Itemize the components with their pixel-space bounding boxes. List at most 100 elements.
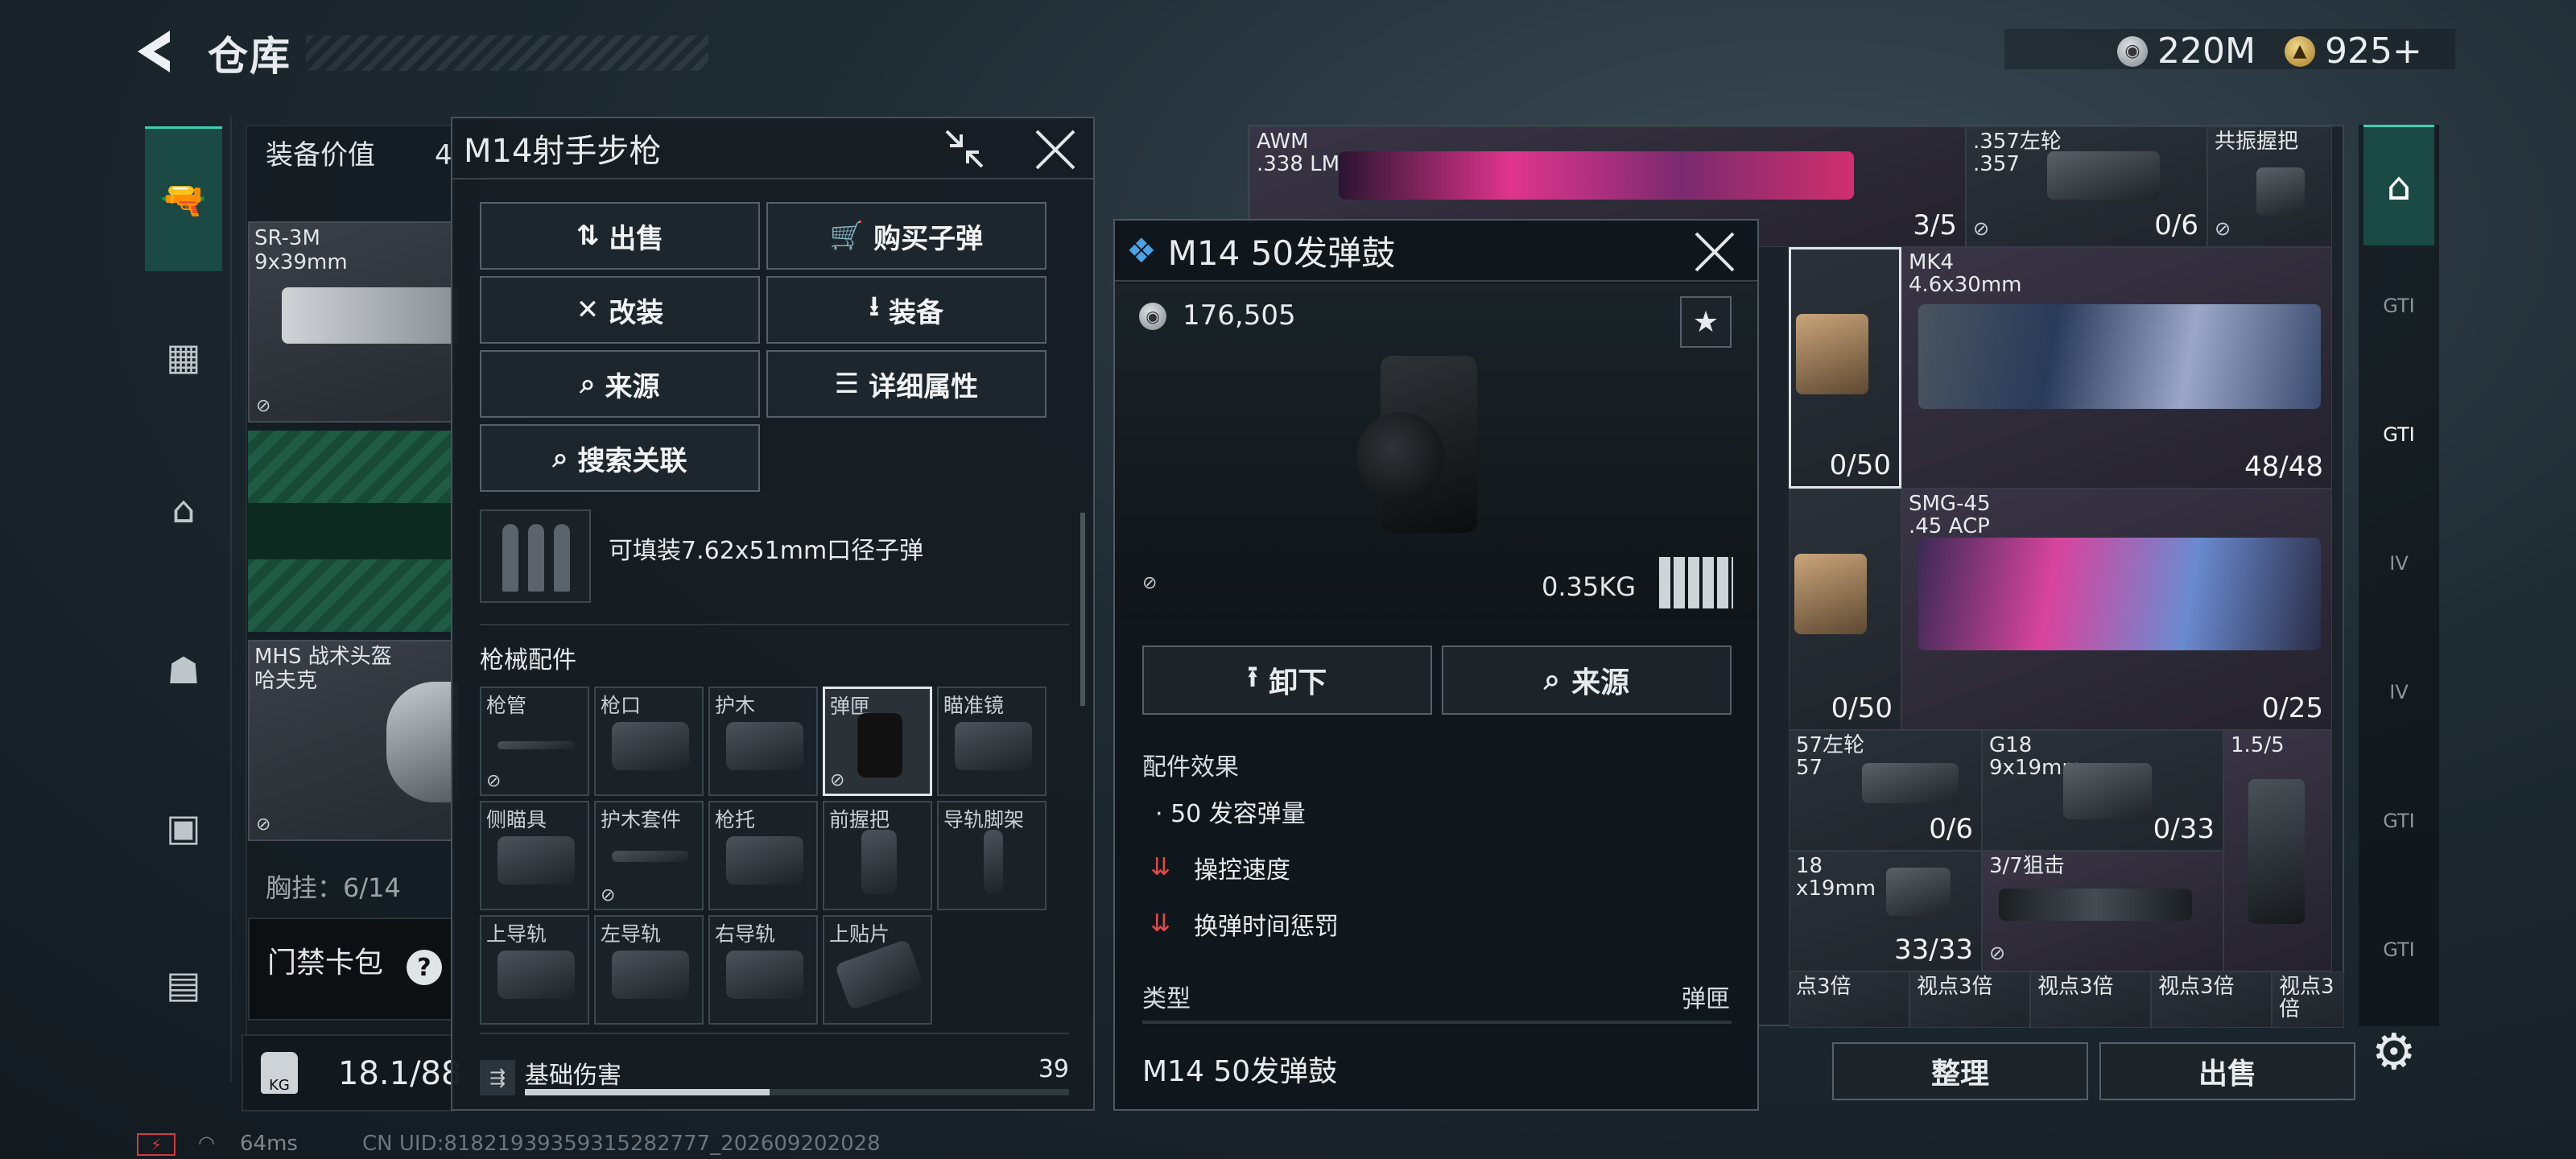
slot-barrel[interactable]: 枪管 ⊘	[480, 687, 589, 796]
upload-icon: ⭱	[1247, 660, 1258, 694]
helmet-card[interactable]: MHS 战术头盔 哈夫克 ⊘	[248, 640, 459, 841]
empty-slot-green[interactable]	[248, 431, 453, 632]
tab-add-case[interactable]: IV	[2363, 648, 2434, 736]
gold-currency[interactable]: ▲ 925+	[2285, 31, 2422, 72]
grid-item-57[interactable]: 57左轮 57 0/6	[1789, 730, 1982, 851]
buy-ammo-button[interactable]: 🛒 购买子弹	[766, 202, 1046, 270]
modify-button[interactable]: ✕ 改装	[480, 276, 760, 344]
slot-stock[interactable]: 枪托	[708, 801, 818, 910]
grid-item-grip[interactable]: 共振握把 ⊘	[2207, 126, 2332, 247]
slot-bipod[interactable]: 导轨脚架	[937, 801, 1046, 910]
container-sidebar: ⌂ GTI GTI IV IV GTI GTI	[2359, 125, 2439, 1026]
vest-icon: ▦	[166, 335, 201, 378]
slot-top-patch[interactable]: 上贴片	[823, 915, 932, 1025]
keycard-box[interactable]: 门禁卡包 ?	[248, 918, 453, 1021]
tab-case-3[interactable]: IV	[2363, 519, 2434, 608]
close-icon[interactable]	[1032, 126, 1079, 173]
debuff-icon: ⇊	[1150, 853, 1171, 881]
grid-item-scope-c[interactable]: 视点3倍	[2030, 971, 2151, 1028]
awm-image	[1339, 151, 1854, 200]
slot-top-rail[interactable]: 上导轨	[480, 915, 589, 1025]
grid-item-part[interactable]: 0/50	[1789, 489, 1901, 730]
detail-header: ❖ M14 50发弹鼓	[1115, 221, 1757, 282]
keycard-label: 门禁卡包	[267, 947, 384, 980]
details-button[interactable]: ☰ 详细属性	[766, 350, 1046, 418]
sell-icon: ⇅	[576, 220, 600, 252]
grid-item-scope-15[interactable]: 1.5/5	[2223, 730, 2332, 971]
slot-right-rail[interactable]: 右导轨	[708, 915, 818, 1025]
grid-item-scope-b[interactable]: 视点3倍	[1909, 971, 2030, 1028]
slot-label: 枪口	[601, 694, 642, 717]
item-name: 18 x19mm	[1796, 854, 1876, 901]
slot-magazine[interactable]: 弹匣 ⊘	[823, 687, 932, 796]
item-sub: 9x39mm	[254, 250, 348, 274]
mk4-image	[1918, 304, 2321, 409]
item-name: MHS 战术头盔	[254, 645, 392, 669]
slot-label: 上贴片	[829, 922, 890, 946]
grid-item-scope-a[interactable]: 点3倍	[1789, 971, 1909, 1028]
slot-handguard-kit[interactable]: 护木套件 ⊘	[594, 801, 704, 910]
tab-case[interactable]: ▤	[145, 946, 222, 1023]
weapon-card-sr3m[interactable]: SR-3M 9x39mm ⊘	[248, 221, 459, 423]
grid-item-mk4[interactable]: MK4 4.6x30mm 48/48	[1901, 247, 2332, 489]
rifle-image	[282, 287, 459, 344]
tab-stash[interactable]: ⌂	[2363, 125, 2434, 245]
tab-helmet[interactable]: ☗	[145, 632, 222, 709]
tab-backpack[interactable]: ⌂	[145, 471, 222, 548]
grid-item-scope-d[interactable]: 视点3倍	[2151, 971, 2272, 1028]
source-button[interactable]: ⌕ 来源	[480, 350, 760, 418]
grid-item-g18[interactable]: G18 9x19mm 0/33	[1982, 730, 2223, 851]
gear-icon[interactable]: ⚙	[2372, 1022, 2417, 1081]
tab-armor[interactable]: ▦	[145, 318, 222, 395]
item-preview: ◉ 176,505 ★ ⊘ 0.35KG	[1115, 283, 1757, 621]
unequip-button[interactable]: ⭱ 卸下	[1142, 645, 1432, 715]
sell-all-button[interactable]: 出售	[2099, 1042, 2355, 1100]
equip-button[interactable]: ⭳ 装备	[766, 276, 1046, 344]
collapse-icon[interactable]	[942, 126, 987, 171]
grid-item-selected[interactable]: 0/50 ⊘	[1789, 247, 1931, 489]
slot-scope[interactable]: 瞄准镜	[937, 687, 1046, 796]
modal-scrollbar[interactable]	[1080, 513, 1085, 706]
grid-item-pistol[interactable]: 18 x19mm 33/33	[1789, 851, 1982, 971]
slot-label: 枪托	[715, 808, 756, 831]
item-weight: 0.35KG	[1542, 571, 1637, 602]
tab-case-1[interactable]: GTI	[2363, 262, 2434, 350]
stat-value: 39	[1038, 1055, 1069, 1083]
case-icon: ▤	[166, 963, 201, 1006]
attachment-detail-popup: ❖ M14 50发弹鼓 ◉ 176,505 ★ ⊘ 0.35KG ⭱ 卸下 ⌕ 来源…	[1113, 219, 1759, 1111]
stash-icon: ⌂	[2386, 163, 2412, 209]
help-icon[interactable]: ?	[407, 950, 442, 985]
search-related-button[interactable]: ⌕ 搜索关联	[480, 424, 760, 492]
weight-bar: KG 18.1/88	[242, 1034, 461, 1112]
tab-case-2[interactable]: GTI	[2363, 390, 2434, 479]
tab-weapons[interactable]: 🔫	[145, 126, 222, 271]
silver-currency[interactable]: ◉ 220M	[2117, 31, 2256, 72]
grid-item-357[interactable]: .357左轮 .357 ⊘ 0/6	[1966, 126, 2207, 247]
uid-text: CN UID:8182193935931528​2777_20260920202…	[362, 1132, 881, 1156]
favorite-star-icon[interactable]: ★	[1680, 296, 1732, 348]
close-icon[interactable]	[1691, 229, 1738, 275]
grid-item-scope-e[interactable]: 视点3倍	[2272, 971, 2344, 1028]
tab-case-4[interactable]: GTI	[2363, 777, 2434, 865]
left-rail-image	[612, 951, 689, 999]
source-button[interactable]: ⌕ 来源	[1442, 645, 1732, 715]
tab-container[interactable]: ▣	[145, 789, 222, 866]
slot-foregrip[interactable]: 前握把	[823, 801, 932, 910]
slot-side-sight[interactable]: 侧瞄具	[480, 801, 589, 910]
slot-handguard[interactable]: 护木	[708, 687, 818, 796]
slot-muzzle[interactable]: 枪口	[594, 687, 704, 796]
modal-title: M14射手步枪	[464, 133, 662, 170]
back-arrow-icon[interactable]	[133, 29, 181, 74]
tab-case-5[interactable]: GTI	[2363, 905, 2434, 994]
grid-item-sniper-scope[interactable]: 3/7狙击 ⊘	[1982, 851, 2223, 971]
pistol-image	[2063, 763, 2152, 819]
header-stripe	[306, 35, 708, 71]
sort-button[interactable]: 整理	[1832, 1042, 2088, 1100]
top-patch-image	[834, 938, 924, 1011]
slot-left-rail[interactable]: 左导轨	[594, 915, 704, 1025]
sell-button[interactable]: ⇅ 出售	[480, 202, 760, 270]
case-label: IV	[2389, 681, 2409, 703]
grid-item-smg45[interactable]: SMG-45 .45 ACP 0/25	[1901, 489, 2332, 730]
item-rarity-icon: ❖	[1126, 230, 1157, 270]
no-insure-icon: ⊘	[1142, 573, 1158, 593]
